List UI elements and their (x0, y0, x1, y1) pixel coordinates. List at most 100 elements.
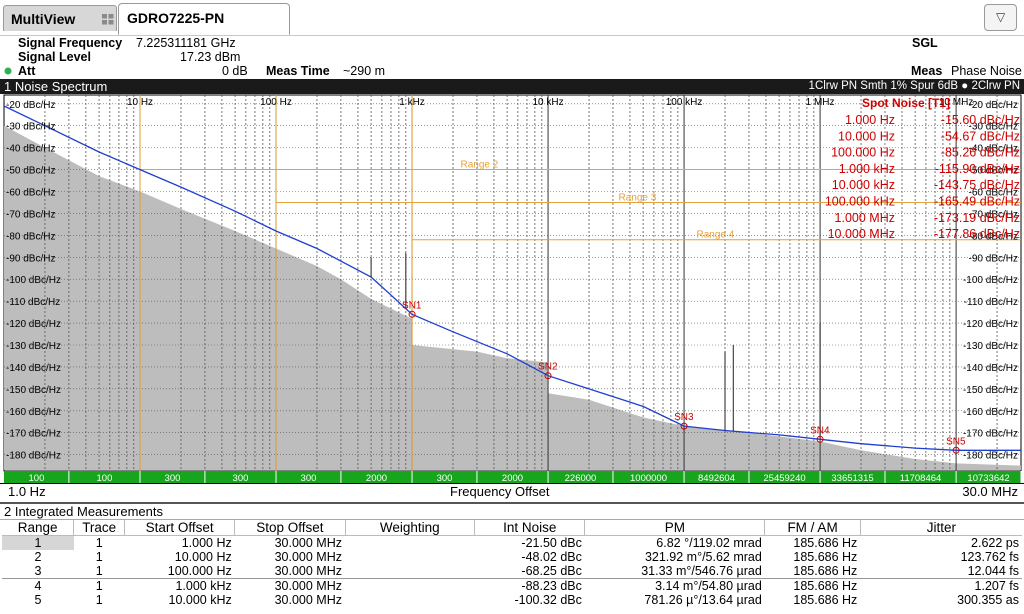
spot-noise-freq: 1.000 kHz (839, 162, 895, 176)
trace-info: 1Clrw PN Smth 1% Spur 6dB ● 2Clrw PN (808, 80, 1020, 92)
spot-noise-freq: 1.000 MHz (835, 211, 895, 225)
cell-start: 10.000 kHz (168, 593, 232, 607)
cell-weighting (345, 536, 475, 551)
cell-trace: 1 (95, 536, 103, 550)
cell-weighting (345, 578, 475, 593)
cell-range: 2 (34, 550, 42, 564)
y-tick-label-left: -30 dBc/Hz (6, 122, 55, 133)
y-tick-label-right: -170 dBc/Hz (963, 429, 1018, 440)
cell-stop: 30.000 MHz (274, 550, 342, 564)
table-row[interactable]: 1 1 1.000 Hz 30.000 MHz -21.50 dBc 6.82 … (2, 535, 1022, 551)
cell-start: 100.000 Hz (167, 564, 232, 578)
spot-noise-value: -177.86 dBc/Hz (934, 227, 1020, 241)
att-label: Att (18, 64, 36, 78)
cell-fm-am: 185.686 Hz (764, 578, 861, 593)
y-tick-label-left: -90 dBc/Hz (6, 253, 55, 264)
y-tick-label-left: -100 dBc/Hz (6, 275, 61, 286)
cell-stop: 30.000 MHz (274, 593, 342, 607)
x-tick-label: 1 kHz (399, 97, 425, 108)
col-pm: PM (584, 520, 766, 536)
cell-trace: 1 (95, 550, 103, 564)
meas-label: Meas (911, 64, 943, 78)
y-tick-label-right: -110 dBc/Hz (964, 297, 1018, 308)
table-row[interactable]: 3 1 100.000 Hz 30.000 MHz -68.25 dBc 31.… (2, 564, 1022, 579)
y-tick-label-left: -40 dBc/Hz (6, 144, 55, 155)
cell-start: 1.000 kHz (124, 578, 235, 593)
panel-title: 1 Noise Spectrum (4, 79, 108, 94)
tab-multiview[interactable]: MultiView (3, 5, 117, 31)
x-tick-label: 10 Hz (127, 97, 153, 108)
cell-fm-am: 185.686 Hz (793, 593, 858, 607)
col-start-offset: Start Offset (124, 520, 236, 536)
sgl-indicator: SGL (912, 36, 938, 50)
y-tick-label-left: -80 dBc/Hz (6, 231, 55, 242)
cell-range: 5 (34, 593, 42, 607)
status-dot-icon (4, 67, 12, 75)
cell-weighting (345, 564, 475, 579)
integrated-measurements-table: Range Trace Start Offset Stop Offset Wei… (2, 520, 1022, 607)
y-tick-label-right: -130 dBc/Hz (963, 341, 1018, 352)
cell-jitter: 12.044 fs (967, 564, 1019, 578)
cell-trace: 1 (95, 593, 103, 607)
spot-noise-freq: 10.000 Hz (838, 129, 895, 143)
table-row[interactable]: 2 1 10.000 Hz 30.000 MHz -48.02 dBc 321.… (2, 550, 1022, 564)
x-axis-label: Frequency Offset (450, 484, 550, 499)
cell-range: 1 (2, 535, 74, 550)
x-tick-label: 100 kHz (666, 97, 703, 108)
frequency-axis-bar: 1.0 Hz Frequency Offset 30.0 MHz (0, 483, 1024, 501)
spot-noise-value: -165.49 dBc/Hz (934, 195, 1020, 209)
spot-noise-title: Spot Noise [T1] (862, 96, 950, 110)
cell-trace: 1 (73, 578, 125, 593)
dropdown-button[interactable]: ▽ (984, 4, 1017, 31)
y-tick-label-left: -140 dBc/Hz (6, 363, 61, 374)
meas-time-value: ~290 m (343, 64, 386, 78)
x-start-label: 1.0 Hz (8, 484, 46, 499)
spot-noise-freq: 10.000 MHz (828, 227, 895, 241)
y-tick-label-right: -150 dBc/Hz (963, 385, 1018, 396)
y-tick-label-left: -160 dBc/Hz (6, 407, 61, 418)
spot-noise-freq: 100.000 kHz (825, 195, 895, 209)
spot-noise-freq: 10.000 kHz (832, 178, 895, 192)
spot-noise-value: -143.75 dBc/Hz (934, 178, 1020, 192)
y-tick-label-left: -50 dBc/Hz (6, 166, 55, 177)
col-weighting: Weighting (345, 520, 476, 536)
col-range: Range (2, 520, 75, 536)
spot-noise-freq: 100.000 Hz (831, 146, 895, 160)
spot-noise-value: -15.60 dBc/Hz (941, 113, 1020, 127)
y-tick-label-right: -180 dBc/Hz (963, 451, 1018, 462)
table-row[interactable]: 5 1 10.000 kHz 30.000 MHz -100.32 dBc 78… (2, 593, 1022, 607)
spot-noise-value: -115.90 dBc/Hz (935, 162, 1020, 176)
cell-int-noise: -100.32 dBc (514, 593, 582, 607)
noise-spectrum-chart[interactable]: Range 2Range 3Range 4SN1SN2SN3SN4SN5-20 … (0, 94, 1024, 484)
table-row[interactable]: 4 1 1.000 kHz 30.000 MHz -88.23 dBc 3.14… (2, 578, 1022, 593)
y-tick-label-left: -180 dBc/Hz (6, 451, 61, 462)
col-trace: Trace (73, 520, 126, 536)
tab-gdro7225-pn[interactable]: GDRO7225-PN (118, 3, 290, 35)
y-tick-label-left: -150 dBc/Hz (6, 385, 61, 396)
cell-start: 1.000 Hz (181, 536, 232, 550)
cell-stop: 30.000 MHz (274, 536, 342, 550)
meas-value: Phase Noise (951, 64, 1022, 78)
cell-pm: 31.33 m°/546.76 µrad (641, 564, 762, 578)
cell-stop: 30.000 MHz (234, 578, 345, 593)
cell-int-noise: -88.23 dBc (474, 578, 585, 593)
y-tick-label-right: -140 dBc/Hz (963, 363, 1018, 374)
spot-noise-value: -54.67 dBc/Hz (941, 129, 1020, 143)
y-tick-label-right: -90 dBc/Hz (969, 253, 1018, 264)
range-label: Range 4 (697, 230, 735, 241)
marker-label: SN4 (810, 425, 830, 436)
spot-noise-value: -85.26 dBc/Hz (941, 146, 1020, 160)
x-tick-label: 1 MHz (806, 97, 835, 108)
cell-weighting (345, 593, 475, 607)
y-tick-label-left: -120 dBc/Hz (6, 319, 61, 330)
cell-jitter: 2.622 ps (971, 536, 1019, 550)
range-label: Range 2 (461, 160, 499, 171)
att-value: 0 dB (222, 64, 248, 78)
col-stop-offset: Stop Offset (234, 520, 346, 536)
y-tick-label-right: -100 dBc/Hz (963, 275, 1018, 286)
x-tick-label: 10 kHz (532, 97, 563, 108)
y-tick-label-right: -20 dBc/Hz (969, 100, 1018, 111)
x-tick-label: 100 Hz (260, 97, 292, 108)
cell-trace: 1 (95, 564, 103, 578)
cell-range: 4 (2, 578, 74, 593)
